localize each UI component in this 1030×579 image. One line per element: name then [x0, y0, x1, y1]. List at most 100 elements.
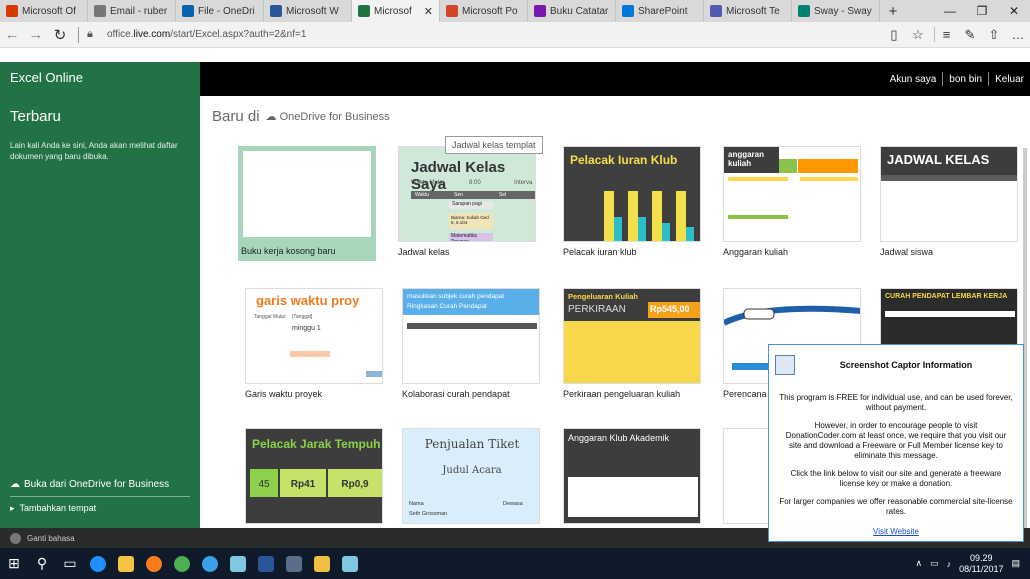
- template-thumbnail: masukkan subjek curah pendapat Ringkasan…: [402, 288, 540, 384]
- signout-link[interactable]: Keluar: [989, 74, 1030, 85]
- template-college-budget[interactable]: anggaran kuliah Anggaran kuliah: [723, 146, 861, 257]
- template-thumbnail: JADWAL KELAS: [880, 146, 1018, 242]
- task-view-icon[interactable]: ▭: [56, 548, 84, 579]
- office-icon: [6, 5, 18, 17]
- browser-tab[interactable]: Sway - Sway: [792, 0, 880, 22]
- monitor-icon: [775, 355, 795, 375]
- share-icon[interactable]: ⇧: [982, 27, 1006, 43]
- browser-tab[interactable]: File - OneDri: [176, 0, 264, 22]
- browser-tab[interactable]: Email - ruber: [88, 0, 176, 22]
- template-tooltip: Jadwal kelas templat: [445, 136, 543, 154]
- maximize-button[interactable]: ❐: [966, 0, 998, 22]
- tray-chevron-icon[interactable]: ∧: [915, 558, 922, 569]
- template-name: Garis waktu proyek: [245, 389, 323, 399]
- add-place-link[interactable]: ▸ Tambahkan tempat: [10, 503, 96, 514]
- template-thumbnail: Pelacak Jarak Tempuh 45 Rp41 Rp0,9: [245, 428, 383, 524]
- template-college-expenses[interactable]: Pengeluaran Kuliah PERKIRAAN Rp545,00 Pe…: [563, 288, 701, 399]
- browser-tab[interactable]: Buku Catatar: [528, 0, 616, 22]
- app-icon[interactable]: [196, 548, 224, 579]
- browser-tab-label: Microsof: [374, 5, 412, 17]
- address-bar: ← → ↻ 🔒︎ office.live.com/start/Excel.asp…: [0, 22, 1030, 48]
- url-field[interactable]: office.live.com/start/Excel.aspx?auth=2&…: [107, 29, 306, 40]
- minimize-button[interactable]: —: [934, 0, 966, 22]
- hub-icon[interactable]: ≡: [934, 27, 958, 42]
- onedrive-icon: [182, 5, 194, 17]
- browser-tab-label: SharePoint: [638, 5, 688, 17]
- template-brainstorm[interactable]: masukkan subjek curah pendapat Ringkasan…: [402, 288, 540, 399]
- template-name: Jadwal kelas: [398, 247, 450, 257]
- template-thumbnail: [238, 146, 376, 242]
- browser-tab[interactable]: Microsof ✕: [352, 0, 440, 22]
- cloud-icon: ☁: [10, 479, 20, 490]
- recent-heading: Terbaru: [10, 108, 61, 125]
- browser-tab[interactable]: Microsoft W: [264, 0, 352, 22]
- new-in-heading: Baru di ☁ OneDrive for Business: [212, 108, 390, 125]
- close-window-button[interactable]: ✕: [998, 0, 1030, 22]
- dialog-text: However, in order to encourage people to…: [785, 421, 1007, 460]
- dialog-text: This program is FREE for individual use,…: [779, 393, 1013, 412]
- reading-view-icon[interactable]: ▯: [882, 27, 906, 43]
- file-explorer-icon[interactable]: [112, 548, 140, 579]
- user-name[interactable]: bon bin: [943, 74, 988, 85]
- template-name: Buku kerja kosong baru: [238, 242, 376, 261]
- template-student-schedule[interactable]: JADWAL KELAS Jadwal siswa: [880, 146, 1018, 257]
- edge-icon[interactable]: [84, 548, 112, 579]
- visit-website-link[interactable]: Visit Website: [769, 527, 1023, 536]
- app-title[interactable]: Excel Online: [0, 62, 200, 96]
- store-icon[interactable]: [280, 548, 308, 579]
- change-language-link[interactable]: Ganti bahasa: [27, 534, 75, 543]
- template-ticket-sales[interactable]: Penjualan Tiket Judul Acara Nama Dewasa …: [402, 428, 540, 524]
- start-icon[interactable]: ⊞: [0, 548, 28, 579]
- open-onedrive-label: Buka dari OneDrive for Business: [24, 479, 170, 490]
- clock[interactable]: 09.29 08/11/2017: [959, 553, 1003, 575]
- template-thumbnail: garis waktu proy Tanggal Mulai: [Tanggal…: [245, 288, 383, 384]
- forward-icon[interactable]: →: [24, 26, 48, 43]
- onenote-icon: [534, 5, 546, 17]
- browser-tab[interactable]: Microsoft Of: [0, 0, 88, 22]
- favorite-star-icon[interactable]: ☆: [906, 27, 930, 43]
- paint-icon[interactable]: [224, 548, 252, 579]
- browser-tab[interactable]: SharePoint: [616, 0, 704, 22]
- template-name: Perkiraan pengeluaran kuliah: [563, 389, 681, 399]
- template-class-schedule[interactable]: Jadwal Kelas Saya Waktu Mulai 8:00 Inter…: [398, 146, 536, 257]
- template-club-dues[interactable]: Pelacak Iuran Klub Pelacak iuran klub: [563, 146, 701, 257]
- template-name: Pelacak iuran klub: [563, 247, 637, 257]
- back-icon[interactable]: ←: [0, 26, 24, 43]
- firefox-icon[interactable]: [140, 548, 168, 579]
- screenshot-captor-dialog: Screenshot Captor Information This progr…: [768, 344, 1024, 542]
- windows-taskbar: ⊞ ⚲ ▭ ∧ ▭ ♪ 09.29 08/11/2017 ▤: [0, 548, 1030, 579]
- template-academic-club-budget[interactable]: Anggaran Klub Akademik: [563, 428, 701, 524]
- chrome-icon[interactable]: [168, 548, 196, 579]
- browser-tab[interactable]: Microsoft Po: [440, 0, 528, 22]
- template-name: Kolaborasi curah pendapat: [402, 389, 510, 399]
- browser-tab-label: Email - ruber: [110, 5, 168, 17]
- dialog-title: Screenshot Captor Information: [839, 359, 973, 370]
- template-name: Anggaran kuliah: [723, 247, 789, 257]
- refresh-icon[interactable]: ↻: [48, 26, 72, 44]
- browser-tab-label: Microsoft Of: [22, 5, 76, 17]
- browser-tab[interactable]: Microsoft Te: [704, 0, 792, 22]
- web-note-icon[interactable]: ✎: [958, 27, 982, 43]
- new-tab-button[interactable]: +: [880, 0, 906, 22]
- search-icon[interactable]: ⚲: [28, 548, 56, 579]
- template-mileage-tracker[interactable]: Pelacak Jarak Tempuh 45 Rp41 Rp0,9: [245, 428, 383, 524]
- more-icon[interactable]: …: [1006, 27, 1030, 42]
- dialog-text: Click the link below to visit our site a…: [790, 469, 1002, 488]
- onedrive-location[interactable]: ☁ OneDrive for Business: [266, 110, 390, 123]
- open-onedrive-link[interactable]: ☁ Buka dari OneDrive for Business: [10, 479, 169, 490]
- volume-icon[interactable]: ♪: [947, 559, 952, 569]
- network-icon[interactable]: ▭: [930, 558, 939, 569]
- notification-icon[interactable]: ▤: [1011, 558, 1020, 569]
- files-icon[interactable]: [308, 548, 336, 579]
- template-project-timeline[interactable]: garis waktu proy Tanggal Mulai: [Tanggal…: [245, 288, 383, 399]
- account-link[interactable]: Akun saya: [884, 74, 943, 85]
- template-blank-workbook[interactable]: Buku kerja kosong baru: [238, 146, 376, 261]
- browser-tab-label: Microsoft W: [286, 5, 339, 17]
- network-app-icon[interactable]: [336, 548, 364, 579]
- word-taskbar-icon[interactable]: [252, 548, 280, 579]
- browser-tab-label: Sway - Sway: [814, 5, 872, 17]
- close-tab-icon[interactable]: ✕: [424, 5, 433, 18]
- template-name: Jadwal siswa: [880, 247, 934, 257]
- mail-icon: [94, 5, 106, 17]
- word-icon: [270, 5, 282, 17]
